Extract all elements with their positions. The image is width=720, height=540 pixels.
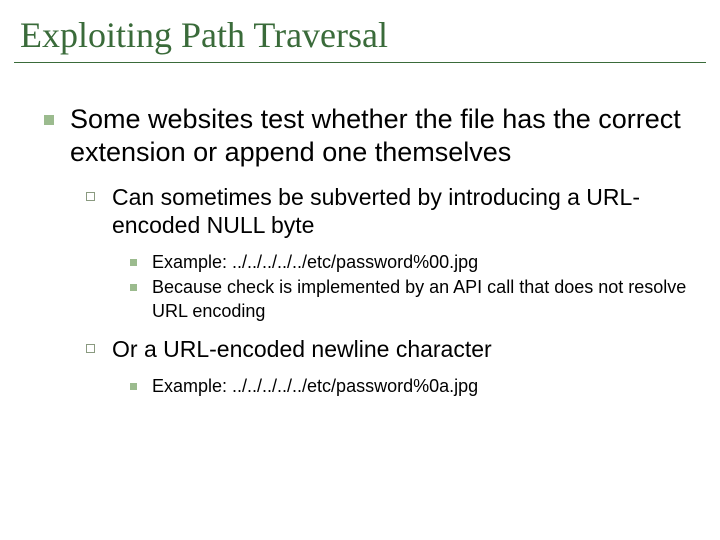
bullet-text: Example: ../../../../../etc/password%0a.… bbox=[152, 376, 478, 396]
bullet-text: Example: ../../../../../etc/password%00.… bbox=[152, 252, 478, 272]
slide: Exploiting Path Traversal Some websites … bbox=[0, 0, 720, 540]
slide-title: Exploiting Path Traversal bbox=[0, 0, 720, 62]
list-item: Can sometimes be subverted by introducin… bbox=[80, 183, 690, 323]
list-item: Or a URL-encoded newline character Examp… bbox=[80, 335, 690, 398]
list-item: Example: ../../../../../etc/password%00.… bbox=[126, 251, 690, 274]
bullet-list-level1: Some websites test whether the file has … bbox=[36, 103, 690, 399]
bullet-list-level3: Example: ../../../../../etc/password%0a.… bbox=[112, 375, 690, 398]
bullet-text: Because check is implemented by an API c… bbox=[152, 277, 686, 320]
bullet-text: Can sometimes be subverted by introducin… bbox=[112, 184, 640, 238]
list-item: Example: ../../../../../etc/password%0a.… bbox=[126, 375, 690, 398]
bullet-text: Some websites test whether the file has … bbox=[70, 104, 681, 167]
bullet-text: Or a URL-encoded newline character bbox=[112, 336, 492, 362]
slide-body: Some websites test whether the file has … bbox=[0, 63, 720, 399]
bullet-list-level3: Example: ../../../../../etc/password%00.… bbox=[112, 251, 690, 323]
list-item: Some websites test whether the file has … bbox=[36, 103, 690, 399]
bullet-list-level2: Can sometimes be subverted by introducin… bbox=[70, 183, 690, 399]
list-item: Because check is implemented by an API c… bbox=[126, 276, 690, 323]
